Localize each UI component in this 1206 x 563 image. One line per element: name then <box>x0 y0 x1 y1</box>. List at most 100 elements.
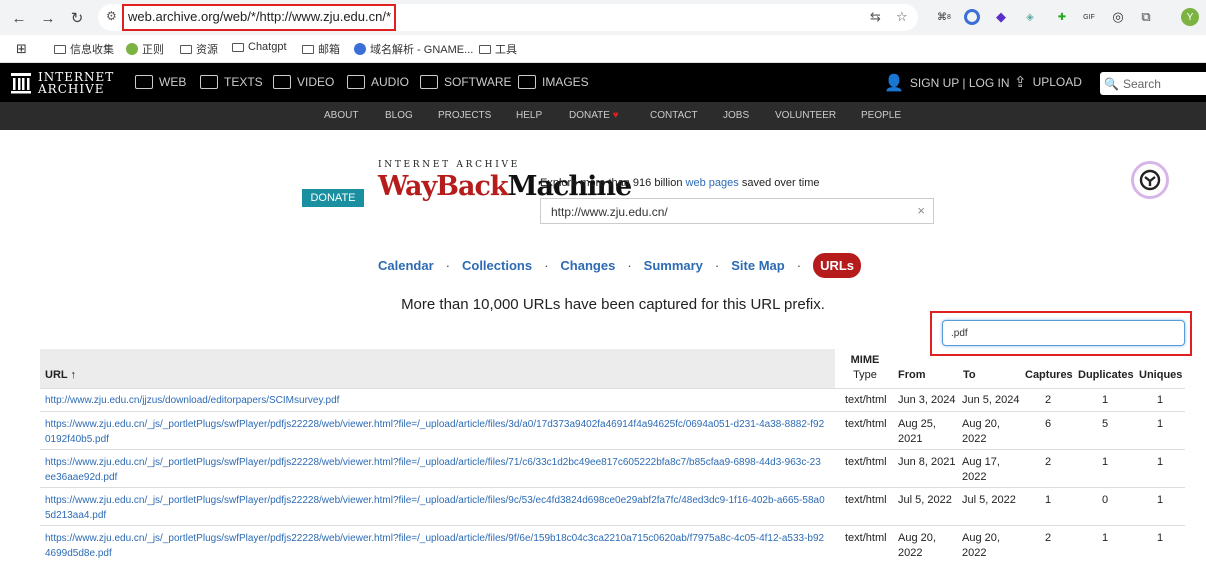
bookmark-folder[interactable]: Chatgpt <box>232 41 287 53</box>
subnav-contact[interactable]: CONTACT <box>650 110 698 121</box>
explore-text: Explore more than 916 billion web pages … <box>540 177 820 189</box>
row-url-link[interactable]: https://www.zju.edu.cn/_js/_portletPlugs… <box>45 493 825 523</box>
tab-urls[interactable]: URLs <box>813 253 862 278</box>
url-filter-input[interactable]: .pdf <box>942 320 1185 346</box>
reload-icon[interactable]: ↻ <box>66 7 88 29</box>
image-icon <box>518 75 536 89</box>
subnav-people[interactable]: PEOPLE <box>861 110 901 121</box>
table-row: http://www.zju.edu.cn/jjzus/download/edi… <box>40 388 1185 411</box>
clear-icon[interactable]: × <box>917 203 925 218</box>
bookmark-folder[interactable]: 信息收集 <box>54 41 114 57</box>
nav-software[interactable]: SOFTWARE <box>420 75 512 89</box>
col-uniques-header[interactable]: Uniques <box>1139 369 1182 381</box>
table-header: URL ↑ MIME Type From To Captures Duplicat… <box>40 349 1185 388</box>
apps-grid-icon[interactable]: ⊞ <box>16 41 27 57</box>
col-to-header[interactable]: To <box>963 369 976 381</box>
wayback-url-input[interactable]: http://www.zju.edu.cn/ × <box>540 198 934 224</box>
film-icon <box>273 75 291 89</box>
folder-icon <box>302 44 314 54</box>
folder-icon <box>54 44 66 54</box>
subnav-projects[interactable]: PROJECTS <box>438 110 491 121</box>
col-from-header[interactable]: From <box>898 369 926 381</box>
nav-texts[interactable]: TEXTS <box>200 75 263 89</box>
row-url-link[interactable]: https://www.zju.edu.cn/_js/_portletPlugs… <box>45 531 825 561</box>
profile-avatar[interactable]: Y <box>1181 8 1199 26</box>
col-mime-header[interactable]: MIME Type <box>850 354 880 384</box>
extension-plus-icon[interactable]: ✚ <box>1054 9 1070 25</box>
book-icon <box>200 75 218 89</box>
ia-logo-line2: ARCHIVE <box>38 82 105 96</box>
table-row: https://www.zju.edu.cn/_js/_portletPlugs… <box>40 411 1185 449</box>
upload-link[interactable]: ⇪ UPLOAD <box>1014 73 1082 91</box>
extension-layers-icon[interactable]: ◆ <box>993 9 1009 25</box>
row-url-link[interactable]: https://www.zju.edu.cn/_js/_portletPlugs… <box>45 455 825 485</box>
bookmark-folder[interactable]: 资源 <box>180 41 218 57</box>
row-url-link[interactable]: https://www.zju.edu.cn/_js/_portletPlugs… <box>45 417 825 447</box>
url-text[interactable]: web.archive.org/web/*/http://www.zju.edu… <box>128 9 391 24</box>
wayback-tabs: Calendar · Collections · Changes · Summa… <box>378 253 862 278</box>
col-captures-header[interactable]: Captures <box>1025 369 1073 381</box>
speaker-icon <box>347 75 365 89</box>
nav-images[interactable]: IMAGES <box>518 75 589 89</box>
translate-icon[interactable]: ⇆ <box>870 9 881 25</box>
nav-audio[interactable]: AUDIO <box>347 75 409 89</box>
bookmark-star-icon[interactable]: ☆ <box>896 9 908 25</box>
tab-changes[interactable]: Changes <box>560 258 615 273</box>
back-icon[interactable]: ← <box>8 7 30 29</box>
extension-icon[interactable]: ⌘ 8 <box>936 9 952 25</box>
bookmark-folder[interactable]: 工具 <box>479 41 517 57</box>
bookmark-item[interactable]: 正则 <box>126 41 164 57</box>
browser-toolbar: ← → ↻ ⚙ web.archive.org/web/*/http://www… <box>0 0 1206 35</box>
subnav-donate[interactable]: DONATE ♥ <box>569 110 619 121</box>
ia-sub-nav: ABOUT BLOG PROJECTS HELP DONATE ♥ CONTAC… <box>0 102 1206 130</box>
folder-icon <box>479 44 491 54</box>
user-icon: 👤 <box>884 75 904 92</box>
tab-collections[interactable]: Collections <box>462 258 532 273</box>
col-url-header[interactable]: URL ↑ <box>45 369 76 381</box>
tab-summary[interactable]: Summary <box>644 258 703 273</box>
col-duplicates-header[interactable]: Duplicates <box>1078 369 1134 381</box>
nav-web[interactable]: WEB <box>135 75 186 89</box>
tab-site-map[interactable]: Site Map <box>731 258 784 273</box>
address-bar[interactable]: ⚙ web.archive.org/web/*/http://www.zju.e… <box>98 4 918 31</box>
subnav-blog[interactable]: BLOG <box>385 110 413 121</box>
folder-icon <box>232 42 244 52</box>
subnav-about[interactable]: ABOUT <box>324 110 358 121</box>
table-row: https://www.zju.edu.cn/_js/_portletPlugs… <box>40 487 1185 525</box>
bookmark-folder[interactable]: 邮箱 <box>302 41 340 57</box>
extension-drop-icon[interactable]: ◈ <box>1022 9 1038 25</box>
donate-button[interactable]: DONATE <box>302 189 364 207</box>
extension-circle-icon[interactable] <box>964 9 980 25</box>
table-row: https://www.zju.edu.cn/_js/_portletPlugs… <box>40 449 1185 487</box>
site-info-icon[interactable]: ⚙ <box>106 9 117 23</box>
extensions-puzzle-icon[interactable]: ⧉ <box>1138 9 1154 25</box>
upload-icon: ⇪ <box>1014 74 1027 91</box>
heart-icon: ♥ <box>612 110 619 121</box>
badge-glyph-icon <box>1139 169 1161 191</box>
bookmarks-bar: ⊞ 信息收集 正则 资源 Chatgpt 邮箱 域名解析 - GNAME... … <box>0 35 1206 63</box>
wayback-machine-logo[interactable]: INTERNET ARCHIVE WayBackMachine <box>378 160 632 215</box>
site-icon <box>354 43 366 55</box>
ia-top-nav: INTERNET ARCHIVE WEB TEXTS VIDEO AUDIO S… <box>0 63 1206 102</box>
bookmark-item[interactable]: 域名解析 - GNAME... <box>354 41 473 57</box>
nav-video[interactable]: VIDEO <box>273 75 334 89</box>
extension-swirl-icon[interactable]: ◎ <box>1110 9 1126 25</box>
ia-search-input[interactable]: 🔍 Search <box>1100 72 1206 95</box>
web-icon <box>135 75 153 89</box>
folder-icon <box>180 44 192 54</box>
floppy-icon <box>420 75 438 89</box>
site-icon <box>126 43 138 55</box>
ia-logo[interactable]: INTERNET ARCHIVE <box>10 71 114 95</box>
web-pages-link[interactable]: web pages <box>686 177 739 189</box>
forward-icon[interactable]: → <box>37 7 59 29</box>
tab-calendar[interactable]: Calendar <box>378 258 434 273</box>
subnav-help[interactable]: HELP <box>516 110 542 121</box>
extension-gif-icon[interactable]: GIF <box>1081 9 1097 25</box>
subnav-jobs[interactable]: JOBS <box>723 110 749 121</box>
search-icon: 🔍 <box>1104 76 1119 91</box>
table-row: https://www.zju.edu.cn/_js/_portletPlugs… <box>40 525 1185 563</box>
signup-login-link[interactable]: 👤 SIGN UP | LOG IN <box>884 73 1010 93</box>
accessibility-badge-icon[interactable] <box>1131 161 1169 199</box>
subnav-volunteer[interactable]: VOLUNTEER <box>775 110 836 121</box>
row-url-link[interactable]: http://www.zju.edu.cn/jjzus/download/edi… <box>45 393 825 408</box>
